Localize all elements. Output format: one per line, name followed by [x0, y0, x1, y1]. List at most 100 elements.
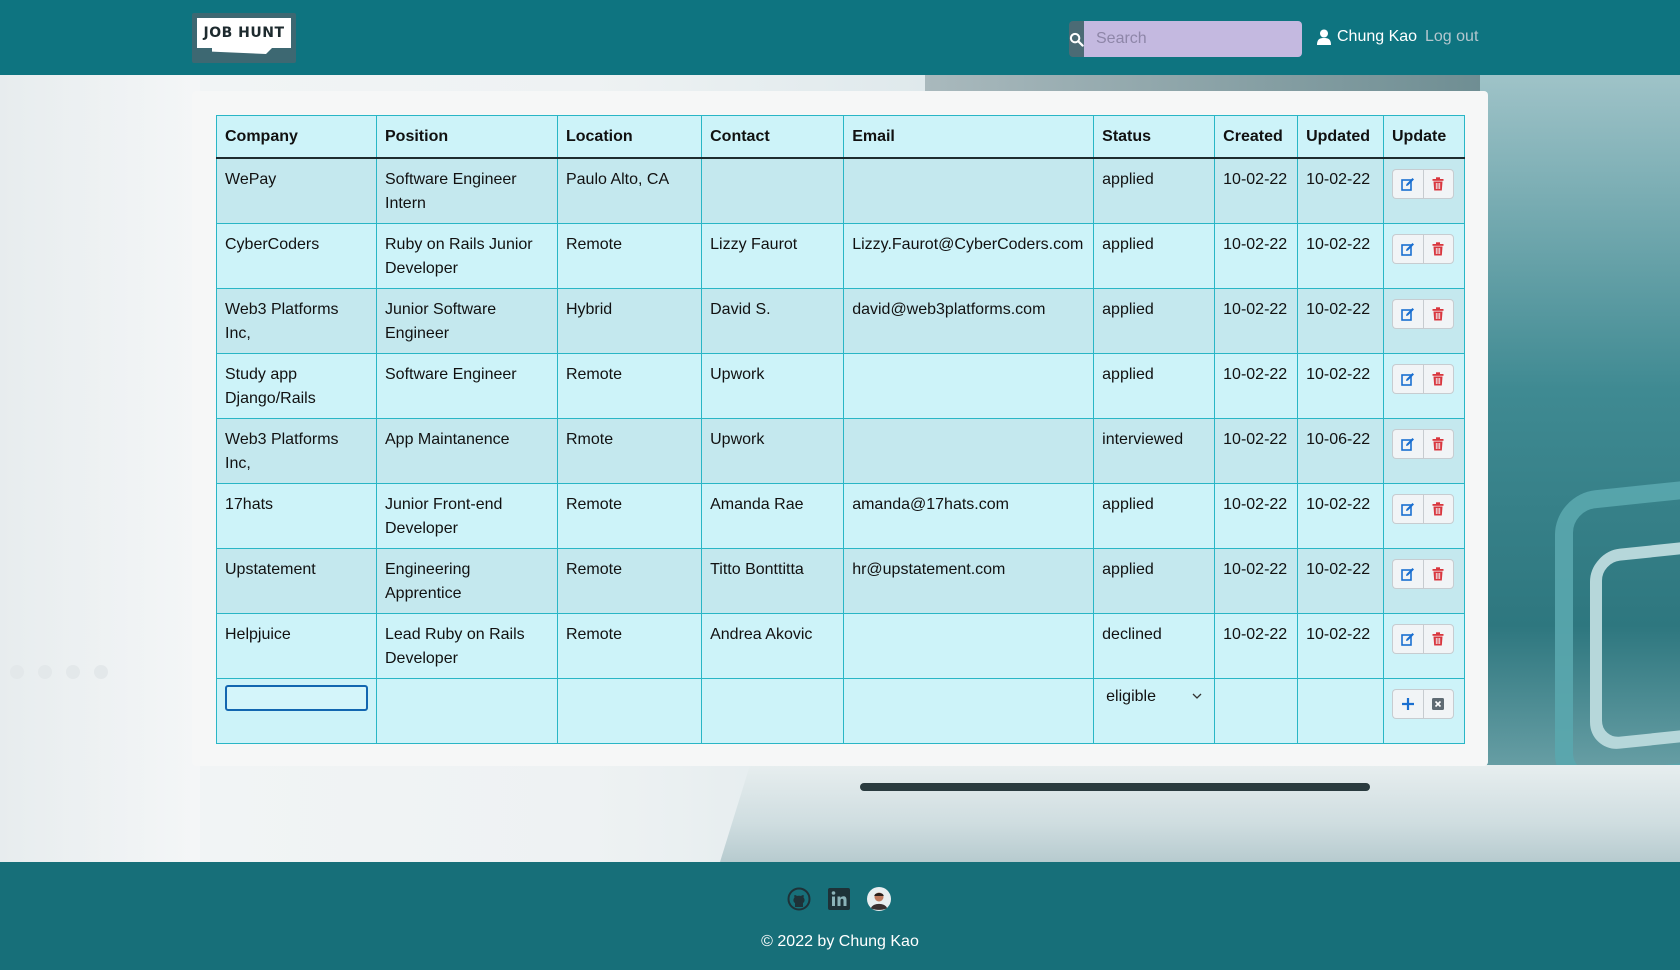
edit-button[interactable]	[1391, 168, 1423, 199]
status-cell: applied	[1093, 157, 1216, 224]
search-icon	[1069, 32, 1084, 47]
delete-button[interactable]	[1422, 298, 1454, 329]
edit-icon	[1401, 437, 1414, 451]
updated-cell: 10-02-22	[1297, 222, 1384, 289]
edit-icon	[1401, 307, 1414, 321]
search-button[interactable]	[1069, 21, 1084, 57]
contact-cell: Andrea Akovic	[701, 612, 845, 679]
status-cell: applied	[1093, 352, 1216, 419]
trash-icon	[1432, 631, 1444, 645]
new-company-cell	[216, 677, 377, 744]
add-job-button[interactable]	[1391, 688, 1423, 719]
position-cell: Junior Front-end Developer	[376, 482, 558, 549]
status-cell: applied	[1093, 222, 1216, 289]
user-menu[interactable]: Chung Kao	[1317, 28, 1417, 46]
edit-button[interactable]	[1391, 298, 1423, 329]
footer: © 2022 by Chung Kao	[0, 862, 1680, 970]
created-cell: 10-02-22	[1214, 352, 1299, 419]
delete-button[interactable]	[1422, 363, 1454, 394]
status-cell: applied	[1093, 482, 1216, 549]
edit-icon	[1401, 177, 1414, 191]
cancel-new-button[interactable]	[1422, 688, 1454, 719]
location-cell: Paulo Alto, CA	[556, 157, 703, 224]
column-header[interactable]: Created	[1214, 115, 1299, 159]
edit-button[interactable]	[1391, 558, 1423, 589]
new-company-input[interactable]	[225, 684, 368, 711]
edit-button[interactable]	[1391, 493, 1423, 524]
table-row: 17hats Junior Front-end Developer Remote Am…	[216, 482, 1466, 549]
delete-button[interactable]	[1422, 233, 1454, 264]
delete-button[interactable]	[1422, 428, 1454, 459]
trash-icon	[1432, 436, 1444, 450]
status-select[interactable]: eligible	[1102, 685, 1206, 709]
delete-button[interactable]	[1422, 623, 1454, 654]
delete-button[interactable]	[1422, 493, 1454, 524]
edit-icon	[1401, 372, 1414, 386]
contact-cell: David S.	[701, 287, 845, 354]
location-cell: Remote	[556, 547, 703, 614]
column-header[interactable]: Status	[1093, 115, 1216, 159]
edit-button[interactable]	[1391, 428, 1423, 459]
company-cell: CyberCoders	[216, 222, 377, 289]
column-header[interactable]: Email	[843, 115, 1095, 159]
email-cell	[843, 417, 1095, 484]
email-cell: david@web3platforms.com	[843, 287, 1095, 354]
table-row: WePay Software Engineer Intern Paulo Alto,…	[216, 157, 1466, 224]
updated-cell: 10-02-22	[1297, 482, 1384, 549]
column-header: Update	[1382, 115, 1466, 159]
logout-link[interactable]: Log out	[1425, 28, 1478, 46]
job-hunt-logo[interactable]: JOB HUNT	[192, 13, 296, 63]
row-actions	[1382, 157, 1466, 224]
row-actions	[1382, 222, 1466, 289]
company-cell: Web3 Platforms Inc,	[216, 417, 377, 484]
updated-cell: 10-02-22	[1297, 352, 1384, 419]
updated-cell: 10-02-22	[1297, 612, 1384, 679]
contact-cell: Amanda Rae	[701, 482, 845, 549]
linkedin-icon[interactable]	[827, 887, 851, 911]
position-cell: Software Engineer Intern	[376, 157, 558, 224]
jobs-table: Company Position Location Contact Email …	[216, 115, 1466, 744]
edit-button[interactable]	[1391, 363, 1423, 394]
location-cell: Remote	[556, 222, 703, 289]
row-actions	[1382, 352, 1466, 419]
column-header[interactable]: Position	[376, 115, 558, 159]
position-cell: App Maintanence	[376, 417, 558, 484]
contact-cell: Lizzy Faurot	[701, 222, 845, 289]
column-header[interactable]: Updated	[1297, 115, 1384, 159]
delete-button[interactable]	[1422, 168, 1454, 199]
column-header[interactable]: Company	[216, 115, 377, 159]
company-cell: Upstatement	[216, 547, 377, 614]
delete-button[interactable]	[1422, 558, 1454, 589]
github-icon[interactable]	[787, 887, 811, 911]
company-cell: WePay	[216, 157, 377, 224]
position-cell: Ruby on Rails Junior Developer	[376, 222, 558, 289]
location-cell: Remote	[556, 612, 703, 679]
table-row: Study app Django/Rails Software Engineer R…	[216, 352, 1466, 419]
trash-icon	[1432, 371, 1444, 385]
email-cell	[843, 612, 1095, 679]
profile-avatar-icon[interactable]	[867, 887, 891, 911]
location-cell: Remote	[556, 482, 703, 549]
column-header[interactable]: Contact	[701, 115, 845, 159]
new-status-cell: eligible	[1093, 677, 1216, 744]
status-cell: declined	[1093, 612, 1216, 679]
column-header[interactable]: Location	[556, 115, 703, 159]
location-cell: Rmote	[556, 417, 703, 484]
copyright-text: © 2022 by Chung Kao	[761, 933, 919, 950]
row-actions	[1382, 417, 1466, 484]
edit-button[interactable]	[1391, 623, 1423, 654]
jobs-card: Company Position Location Contact Email …	[192, 91, 1488, 766]
email-cell: amanda@17hats.com	[843, 482, 1095, 549]
updated-cell: 10-02-22	[1297, 287, 1384, 354]
position-cell: Lead Ruby on Rails Developer	[376, 612, 558, 679]
contact-cell: Upwork	[701, 352, 845, 419]
search-input[interactable]	[1084, 21, 1302, 57]
edit-button[interactable]	[1391, 233, 1423, 264]
new-job-row: eligible	[216, 677, 1466, 744]
created-cell: 10-02-22	[1214, 287, 1299, 354]
trash-icon	[1432, 241, 1444, 255]
company-cell: Web3 Platforms Inc,	[216, 287, 377, 354]
created-cell: 10-02-22	[1214, 612, 1299, 679]
logo-text: JOB HUNT	[197, 18, 291, 48]
table-row: Helpjuice Lead Ruby on Rails Developer Rem…	[216, 612, 1466, 679]
